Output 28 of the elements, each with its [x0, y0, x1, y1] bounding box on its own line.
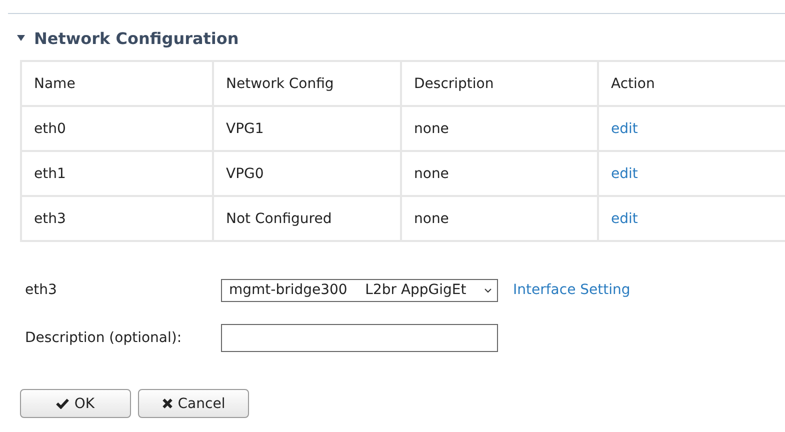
interface-dropdown[interactable]: mgmt-bridge300 L2br AppGigEt — [221, 278, 498, 302]
table-cell: none — [401, 196, 598, 241]
collapse-triangle-icon[interactable] — [16, 33, 26, 43]
table-cell: eth1 — [21, 151, 213, 196]
ok-button[interactable]: OK — [20, 389, 131, 418]
column-header: Name — [21, 61, 213, 106]
table-cell: none — [401, 151, 598, 196]
interface-setting-link[interactable]: Interface Setting — [513, 282, 630, 298]
table-cell: eth0 — [21, 106, 213, 151]
field-label: eth3 — [25, 282, 58, 298]
edit-link[interactable]: edit — [611, 210, 638, 226]
edit-link[interactable]: edit — [611, 120, 638, 136]
description-field[interactable] — [221, 324, 498, 352]
column-header: Network Config — [213, 61, 401, 106]
column-header: Action — [598, 61, 785, 106]
column-header: Description — [401, 61, 598, 106]
edit-link[interactable]: edit — [611, 166, 638, 182]
table-cell: eth3 — [21, 196, 213, 241]
table-cell: VPG0 — [213, 151, 401, 196]
cancel-button[interactable]: Cancel — [138, 389, 249, 418]
close-icon — [162, 398, 173, 409]
table-cell: Not Configured — [213, 196, 401, 241]
table-cell: none — [401, 106, 598, 151]
checkmark-icon — [56, 398, 70, 409]
field-label: Description (optional): — [25, 330, 183, 346]
section-title: Network Configuration — [34, 28, 239, 48]
table-cell: VPG1 — [213, 106, 401, 151]
chevron-down-icon — [484, 288, 492, 292]
